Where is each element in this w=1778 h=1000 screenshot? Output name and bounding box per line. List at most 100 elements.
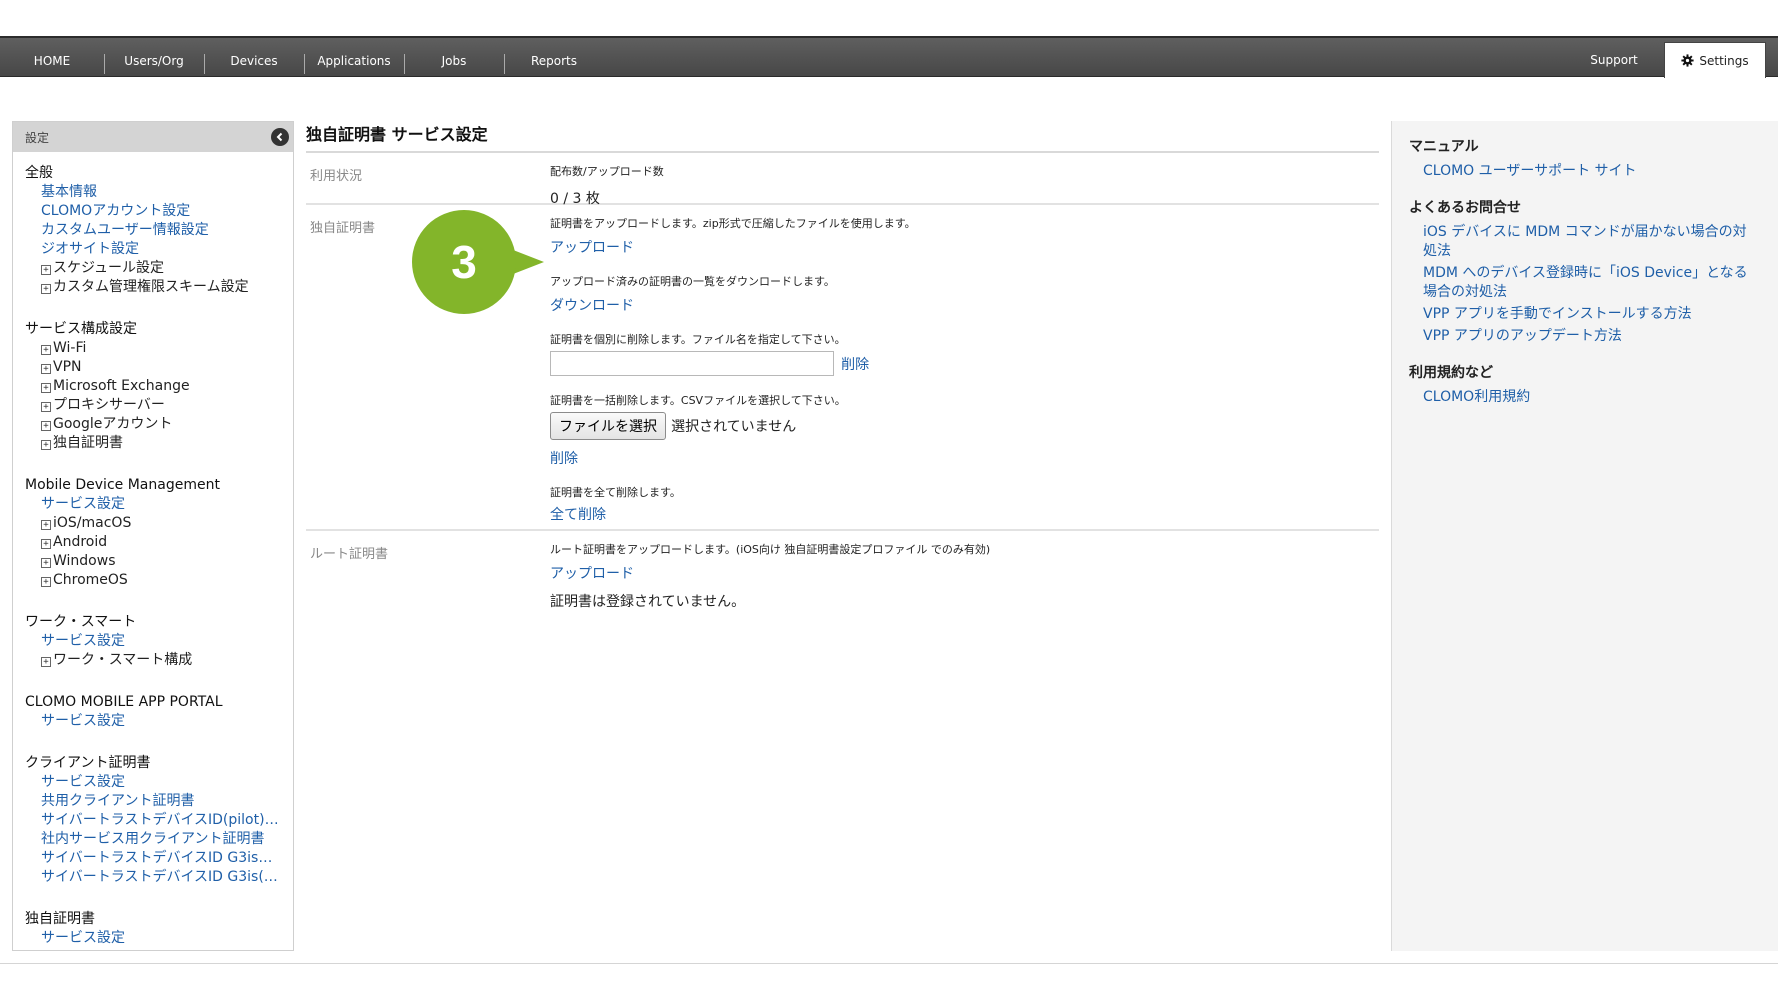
sidebar-item-label: 社内サービス用クライアント証明書: [41, 831, 265, 847]
sidebar-item-label: 基本情報: [41, 184, 97, 200]
sidebar-link[interactable]: サービス設定: [25, 712, 287, 731]
sidebar-link[interactable]: 社内サービス用クライアント証明書: [25, 830, 287, 849]
sidebar-item-label: サービス設定: [41, 774, 125, 790]
sidebar-group: サービス構成設定 + Wi-Fi + VPN + Microsoft Exchange + プロ…: [25, 320, 293, 453]
sidebar-link[interactable]: ジオサイト設定: [25, 240, 287, 259]
sidebar-header: 設定: [13, 122, 293, 152]
download-link[interactable]: ダウンロード: [550, 295, 634, 315]
nav-users-org[interactable]: Users/Org: [104, 38, 204, 77]
sidebar-group: Mobile Device Management サービス設定 + iOS/macOS…: [25, 476, 293, 590]
sidebar-item-label: Microsoft Exchange: [53, 378, 190, 394]
sidebar-link[interactable]: 基本情報: [25, 183, 287, 202]
help-link[interactable]: MDM へのデバイス登録時に「iOS Device」となる場合の対処法: [1409, 264, 1749, 302]
sidebar-item-label: VPN: [53, 359, 82, 375]
help-heading: 利用規約など: [1409, 365, 1493, 381]
sidebar-tree-item[interactable]: + Googleアカウント: [25, 415, 287, 434]
sidebar-link[interactable]: 共用クライアント証明書: [25, 792, 287, 811]
sidebar-group: ワーク・スマート サービス設定 + ワーク・スマート構成: [25, 613, 293, 670]
sidebar-link[interactable]: サービス設定: [25, 495, 287, 514]
delete-one-link[interactable]: 削除: [841, 354, 869, 374]
sidebar-group: 独自証明書 サービス設定: [25, 910, 293, 948]
sidebar-link[interactable]: サイバートラストデバイスID G3is…: [25, 849, 287, 868]
root-upload-link[interactable]: アップロード: [550, 563, 634, 583]
sidebar-link[interactable]: サービス設定: [25, 632, 287, 651]
sidebar-collapse-button[interactable]: [271, 128, 289, 146]
sidebar-link[interactable]: CLOMOアカウント設定: [25, 202, 287, 221]
nav-home[interactable]: HOME: [0, 38, 104, 77]
help-link[interactable]: VPP アプリのアップデート方法: [1409, 327, 1749, 346]
sidebar-tree-item[interactable]: + プロキシサーバー: [25, 396, 287, 415]
help-group: 利用規約など CLOMO利用規約: [1409, 362, 1778, 407]
sidebar-item-label: Android: [53, 534, 108, 550]
nav-reports[interactable]: Reports: [504, 38, 604, 77]
sidebar-link[interactable]: サイバートラストデバイスID G3is(…: [25, 868, 287, 887]
root-cert-section: ルート証明書 ルート証明書をアップロードします。(iOS向け 独自証明書設定プロ…: [306, 531, 1379, 621]
sidebar-item-label: CLOMOアカウント設定: [41, 203, 191, 219]
expand-plus-icon[interactable]: +: [41, 421, 51, 431]
help-heading: よくあるお問合せ: [1409, 200, 1521, 216]
help-group: よくあるお問合せ iOS デバイスに MDM コマンドが届かない場合の対処法 MDM…: [1409, 197, 1778, 346]
expand-plus-icon[interactable]: +: [41, 265, 51, 275]
settings-sidebar: 設定 全般 基本情報 CLOMOアカウント設定 カスタムユーザー情報設定 ジオサイト設定…: [12, 121, 294, 951]
sidebar-tree-item[interactable]: + ChromeOS: [25, 571, 287, 590]
help-link[interactable]: CLOMO ユーザーサポート サイト: [1409, 162, 1749, 181]
expand-plus-icon[interactable]: +: [41, 284, 51, 294]
nav-settings-tab[interactable]: Settings: [1664, 42, 1766, 78]
sidebar-tree-item[interactable]: + スケジュール設定: [25, 259, 287, 278]
nav-jobs[interactable]: Jobs: [404, 38, 504, 77]
usage-caption: 配布数/アップロード数: [550, 165, 664, 178]
sidebar-item-label: Googleアカウント: [53, 416, 173, 432]
filename-input[interactable]: [550, 351, 834, 376]
expand-plus-icon[interactable]: +: [41, 364, 51, 374]
sidebar-tree-item[interactable]: + VPN: [25, 358, 287, 377]
sidebar-item-label: ChromeOS: [53, 572, 128, 588]
choose-file-button[interactable]: ファイルを選択: [550, 412, 666, 440]
expand-plus-icon[interactable]: +: [41, 657, 51, 667]
nav-devices[interactable]: Devices: [204, 38, 304, 77]
expand-plus-icon[interactable]: +: [41, 539, 51, 549]
sidebar-link[interactable]: サイバートラストデバイスID(pilot)…: [25, 811, 287, 830]
sidebar-link[interactable]: サービス設定: [25, 929, 287, 948]
sidebar-item-label: Wi-Fi: [53, 340, 87, 356]
help-panel: マニュアル CLOMO ユーザーサポート サイト よくあるお問合せ iOS デバイスに…: [1391, 121, 1778, 951]
sidebar-item-label: サイバートラストデバイスID G3is…: [41, 850, 273, 866]
sidebar-tree-item[interactable]: + Wi-Fi: [25, 339, 287, 358]
upload-link[interactable]: アップロード: [550, 237, 634, 257]
sidebar-item-label: サービス設定: [41, 930, 125, 946]
sidebar-group: CLOMO MOBILE APP PORTAL サービス設定: [25, 693, 293, 731]
expand-plus-icon[interactable]: +: [41, 383, 51, 393]
sidebar-tree-item[interactable]: + Microsoft Exchange: [25, 377, 287, 396]
sidebar-item-label: サービス設定: [41, 633, 125, 649]
sidebar-tree-item[interactable]: + 独自証明書: [25, 434, 287, 453]
nav-support[interactable]: Support: [1564, 38, 1664, 77]
help-link[interactable]: VPP アプリを手動でインストールする方法: [1409, 305, 1749, 324]
sidebar-tree-item[interactable]: + カスタム管理権限スキーム設定: [25, 278, 287, 297]
sidebar-tree-item[interactable]: + ワーク・スマート構成: [25, 651, 287, 670]
expand-plus-icon[interactable]: +: [41, 577, 51, 587]
sidebar-tree-item[interactable]: + iOS/macOS: [25, 514, 287, 533]
help-link[interactable]: iOS デバイスに MDM コマンドが届かない場合の対処法: [1409, 223, 1749, 261]
sidebar-item-label: 共用クライアント証明書: [41, 793, 195, 809]
expand-plus-icon[interactable]: +: [41, 440, 51, 450]
sidebar-tree-item[interactable]: + Android: [25, 533, 287, 552]
expand-plus-icon[interactable]: +: [41, 558, 51, 568]
help-heading: マニュアル: [1409, 139, 1479, 155]
sidebar-menu: 全般 基本情報 CLOMOアカウント設定 カスタムユーザー情報設定 ジオサイト設定 + スケ…: [13, 152, 293, 948]
expand-plus-icon[interactable]: +: [41, 345, 51, 355]
help-link[interactable]: CLOMO利用規約: [1409, 388, 1749, 407]
delete-all-link[interactable]: 全て削除: [550, 504, 606, 524]
root-cert-label: ルート証明書: [310, 547, 389, 562]
sidebar-link[interactable]: カスタムユーザー情報設定: [25, 221, 287, 240]
sidebar-item-label: ジオサイト設定: [41, 241, 139, 257]
sidebar-link[interactable]: サービス設定: [25, 773, 287, 792]
expand-plus-icon[interactable]: +: [41, 520, 51, 530]
expand-plus-icon[interactable]: +: [41, 402, 51, 412]
sidebar-group-title: CLOMO MOBILE APP PORTAL: [25, 694, 223, 710]
sidebar-tree-item[interactable]: + Windows: [25, 552, 287, 571]
main-content: 独自証明書 サービス設定 利用状況 配布数/アップロード数 0 / 3 枚 独自…: [306, 121, 1379, 621]
sidebar-group: クライアント証明書 サービス設定 共用クライアント証明書 サイバートラストデバイスID…: [25, 754, 293, 887]
sidebar-item-label: 独自証明書: [53, 435, 123, 451]
sidebar-item-label: サイバートラストデバイスID G3is(…: [41, 869, 278, 885]
nav-applications[interactable]: Applications: [304, 38, 404, 77]
bulk-delete-link[interactable]: 削除: [550, 448, 578, 468]
